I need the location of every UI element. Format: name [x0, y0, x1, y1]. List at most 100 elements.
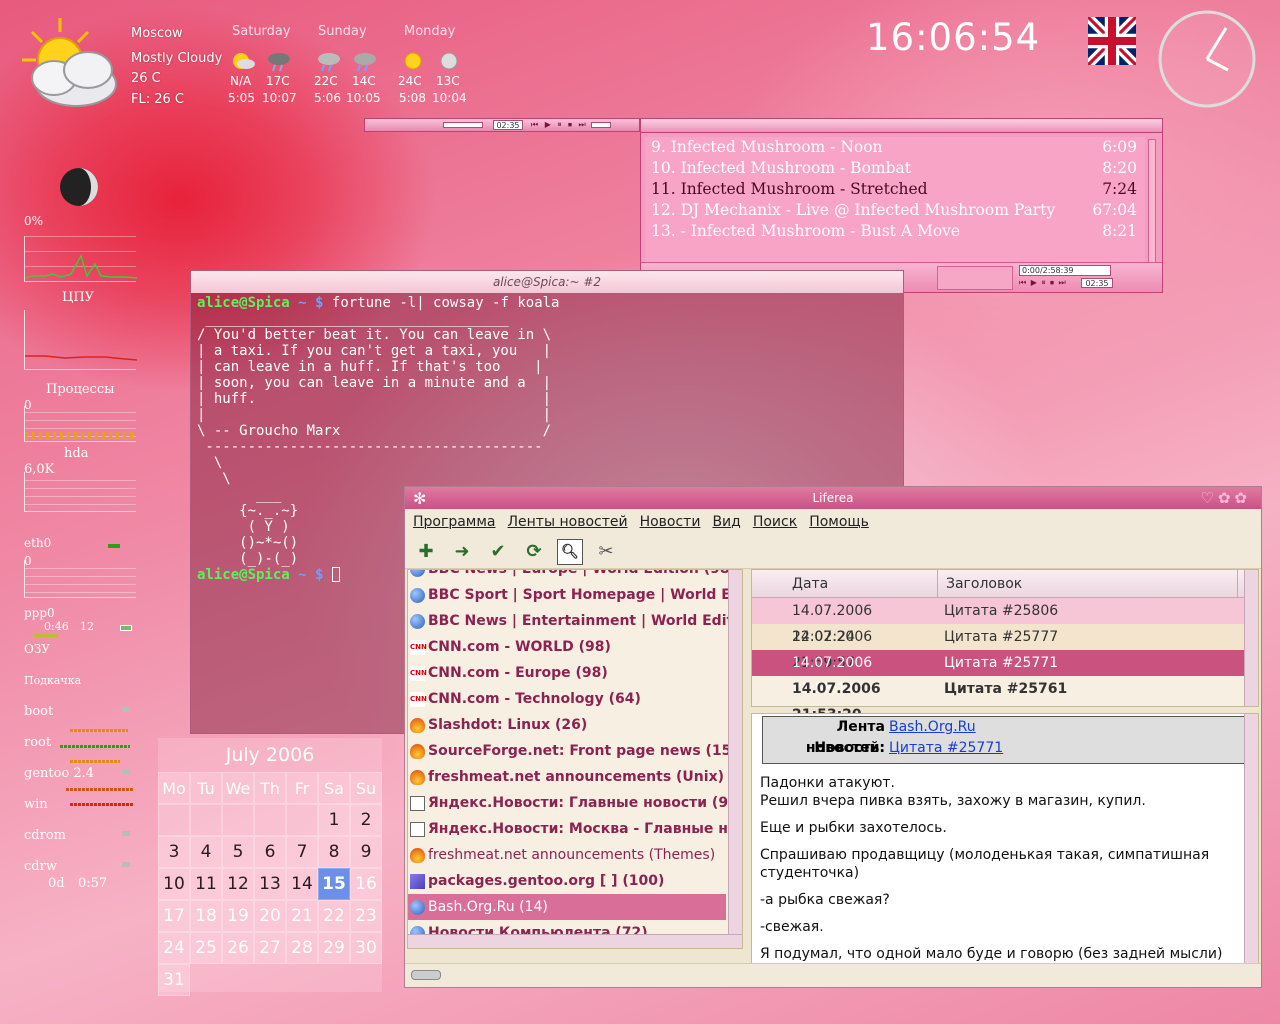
col-title[interactable]: Заголовок	[938, 570, 1238, 597]
headline-scrollbar[interactable]	[1244, 570, 1258, 706]
seek-bar[interactable]	[591, 122, 611, 128]
calendar-day[interactable]: 21	[286, 900, 318, 932]
menu-item[interactable]: Ленты новостей	[508, 514, 628, 530]
calendar-day[interactable]: 29	[318, 932, 350, 964]
playlist-titlebar[interactable]	[641, 119, 1162, 133]
col-date[interactable]: Дата	[752, 570, 938, 597]
player-time: 02:35	[493, 120, 523, 130]
calendar-day[interactable]: 27	[254, 932, 286, 964]
calendar-day[interactable]: 24	[158, 932, 190, 964]
feed-item[interactable]: BBC News | Europe | World Edition (98)	[408, 570, 736, 582]
calendar-day[interactable]: 1	[318, 804, 350, 836]
calendar-day[interactable]: 13	[254, 868, 286, 900]
calendar-day[interactable]: 30	[350, 932, 382, 964]
playlist-list[interactable]: 9. Infected Mushroom - Noon 6:09 10. Infec…	[645, 137, 1145, 263]
calendar-weekday: Sa	[318, 772, 350, 804]
feed-list[interactable]: BBC News | Europe | World Edition (98) BB…	[407, 569, 743, 949]
feed-item[interactable]: BBC Sport | Sport Homepage | World Ed	[408, 582, 741, 608]
feed-list-scrollbar[interactable]	[728, 570, 742, 934]
feed-item[interactable]: CNN CNN.com - Technology (64)	[408, 686, 726, 712]
playlist-item[interactable]: 13. - Infected Mushroom - Bust A Move 8:2…	[645, 221, 1145, 242]
feed-list-hscrollbar[interactable]	[408, 934, 742, 948]
mark-read-icon[interactable]: ✔	[485, 539, 511, 565]
calendar-day[interactable]: 26	[222, 932, 254, 964]
menu-item[interactable]: Новости	[640, 514, 701, 530]
calendar-day[interactable]: 31	[158, 964, 190, 996]
calendar-day[interactable]: 28	[286, 932, 318, 964]
calendar-day[interactable]: 16	[350, 868, 382, 900]
headline-row[interactable]: 14.07.2006 21:58:14 Цитата #25771	[752, 650, 1258, 697]
calendar-day[interactable]: 8	[318, 836, 350, 868]
item-link[interactable]: Цитата #25771	[889, 738, 1003, 759]
playlist-mini-controls[interactable]: ⏮ ▶ ⏸ ⏹ ⏭	[1019, 278, 1067, 288]
day3-lo: 13C	[436, 74, 460, 88]
calendar-day[interactable]: 11	[190, 868, 222, 900]
calendar-day[interactable]: 19	[222, 900, 254, 932]
playlist-item[interactable]: 9. Infected Mushroom - Noon 6:09	[645, 137, 1145, 158]
swap-label: Подкачка	[24, 674, 82, 687]
menu-item[interactable]: Поиск	[753, 514, 797, 530]
headline-list[interactable]: Дата Заголовок 14.07.2006 22:02:24 Цитата…	[751, 569, 1259, 723]
article-paragraph: Падонки атакуют. Решил вчера пивка взять…	[760, 775, 1146, 809]
feed-item[interactable]: freshmeat.net announcements (Themes)	[408, 842, 726, 868]
calendar-day[interactable]: 20	[254, 900, 286, 932]
search-icon[interactable]: 🔍︎	[557, 538, 583, 565]
calendar-day[interactable]: 22	[318, 900, 350, 932]
calendar-day[interactable]: 2	[350, 804, 382, 836]
terminal-titlebar[interactable]: alice@Spica:~ #2	[191, 271, 903, 293]
menu-item[interactable]: Помощь	[809, 514, 869, 530]
volume-slider[interactable]	[443, 122, 483, 128]
feed-item[interactable]: Яндекс.Новости: Главные новости (92	[408, 790, 738, 816]
calendar-day[interactable]: 7	[286, 836, 318, 868]
update-all-icon[interactable]: ⟳	[521, 539, 547, 565]
preferences-icon[interactable]: ✂	[593, 539, 619, 565]
calendar-day[interactable]: 14	[286, 868, 318, 900]
calendar-day[interactable]: 15	[318, 868, 350, 900]
calendar-day[interactable]: 6	[254, 836, 286, 868]
liferea-titlebar[interactable]: ✻ Liferea ♡✿✿	[405, 487, 1261, 509]
headline-row[interactable]: 14.07.2006 21:59:57 Цитата #25777	[752, 624, 1258, 671]
next-unread-icon[interactable]: ➜	[449, 539, 475, 565]
feed-item[interactable]: SourceForge.net: Front page news (15)	[408, 738, 738, 764]
menu-item[interactable]: Вид	[712, 514, 740, 530]
calendar-day[interactable]: 23	[350, 900, 382, 932]
fire-feed-icon	[410, 718, 425, 733]
playlist-item[interactable]: 12. DJ Mechanix - Live @ Infected Mushro…	[645, 200, 1145, 221]
calendar-day[interactable]: 4	[190, 836, 222, 868]
calendar-day[interactable]: 25	[190, 932, 222, 964]
calendar-day[interactable]: 5	[222, 836, 254, 868]
article-scrollbar[interactable]	[1244, 714, 1258, 966]
feed-item[interactable]: CNN CNN.com - Europe (98)	[408, 660, 726, 686]
online-status-icon[interactable]	[411, 970, 441, 980]
playlist-item-length: 8:20	[1102, 159, 1137, 177]
feed-item[interactable]: Bash.Org.Ru (14)	[408, 894, 726, 920]
add-feed-icon[interactable]: ✚	[413, 539, 439, 565]
app-menu-icon[interactable]: ✻	[413, 488, 426, 510]
calendar-day[interactable]: 18	[190, 900, 222, 932]
feed-item[interactable]: Slashdot: Linux (26)	[408, 712, 726, 738]
player-titlebar[interactable]: 02:35 ⏮ ▶ ⏸ ⏹ ⏭ ✕	[364, 118, 640, 132]
playlist-scrollbar[interactable]	[1148, 139, 1156, 263]
procs-graph	[24, 310, 137, 370]
headline-row[interactable]: 14.07.2006 21:53:20 Цитата #25761	[752, 676, 1258, 723]
uk-flag-icon[interactable]	[1088, 17, 1136, 65]
calendar-day[interactable]: 17	[158, 900, 190, 932]
calendar-day[interactable]: 9	[350, 836, 382, 868]
calendar-day[interactable]: 10	[158, 868, 190, 900]
feed-item[interactable]: CNN CNN.com - WORLD (98)	[408, 634, 726, 660]
feed-item[interactable]: Яндекс.Новости: Москва - Главные но	[408, 816, 738, 842]
calendar-day[interactable]: 3	[158, 836, 190, 868]
day1-hi: N/A	[230, 74, 252, 88]
ram-label: ОЗУ	[24, 642, 50, 656]
playlist-item[interactable]: 11. Infected Mushroom - Stretched 7:24	[645, 179, 1145, 200]
headline-title: Цитата #25761	[944, 681, 1068, 697]
feed-item[interactable]: packages.gentoo.org [ ] (100)	[408, 868, 726, 894]
window-controls-icon[interactable]: ♡✿✿	[1200, 487, 1251, 509]
playlist-item[interactable]: 10. Infected Mushroom - Bombat 8:20	[645, 158, 1145, 179]
calendar-day[interactable]: 12	[222, 868, 254, 900]
menu-item[interactable]: Программа	[413, 514, 496, 530]
feed-link[interactable]: Bash.Org.Ru	[889, 717, 976, 738]
feed-item[interactable]: BBC News | Entertainment | World Editi	[408, 608, 738, 634]
feed-item[interactable]: freshmeat.net announcements (Unix) (10	[408, 764, 742, 790]
headline-row[interactable]: 14.07.2006 22:02:24 Цитата #25806	[752, 598, 1258, 645]
